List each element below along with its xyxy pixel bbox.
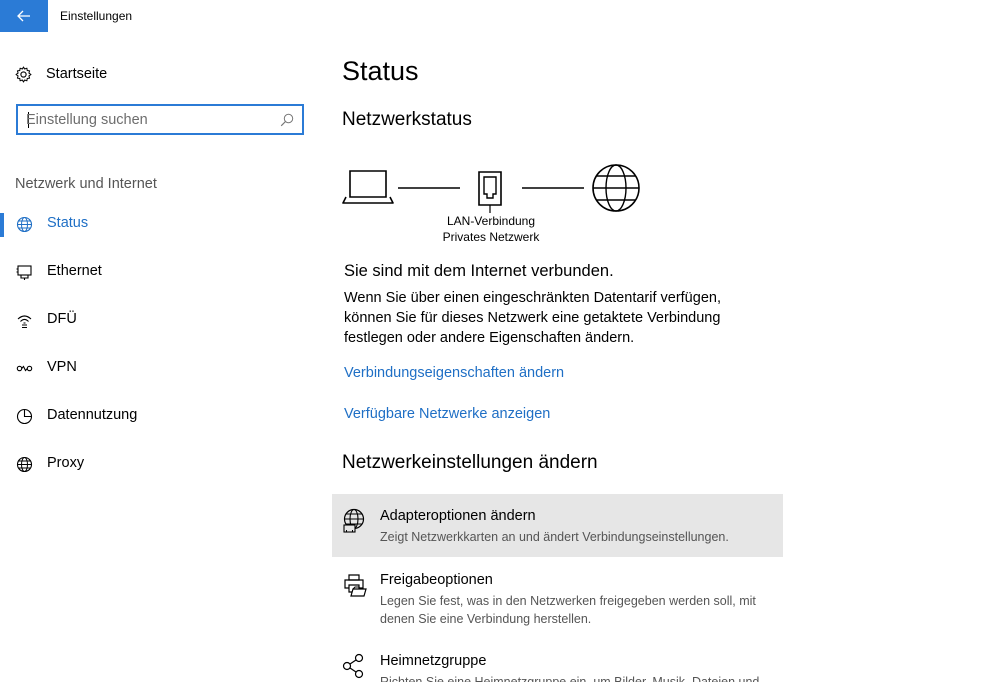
search-field[interactable] [16,104,304,135]
globe-status-icon [16,216,33,233]
ethernet-icon [16,265,32,280]
globe-icon [16,456,33,473]
main-content: Status Netzwerkstatus LAN-Verbindung Pri… [332,32,996,682]
connection-status-text: Sie sind mit dem Internet verbunden. [344,262,614,280]
sidebar-item-label: Proxy [47,455,85,471]
network-diagram-graphic [342,164,640,213]
sidebar-item-label: VPN [47,359,77,375]
sidebar-item-proxy[interactable]: Proxy [0,444,320,484]
title-bar: Einstellungen [0,0,996,32]
metered-description: Wenn Sie über einen eingeschränkten Date… [344,290,721,346]
option-description: Legen Sie fest, was in den Netzwerken fr… [380,594,756,626]
gear-icon [15,66,32,82]
sidebar: Startseite Netzwerk und Internet Status … [0,32,320,682]
search-input[interactable] [26,110,276,130]
sharing-printer-icon [344,574,367,597]
sidebar-item-label: Datennutzung [47,407,138,423]
show-available-networks-link[interactable]: Verfügbare Netzwerke anzeigen [344,406,550,422]
option-title: Freigabeoptionen [380,572,493,588]
change-settings-heading: Netzwerkeinstellungen ändern [342,452,598,473]
option-description: Zeigt Netzwerkkarten an und ändert Verbi… [380,530,729,544]
option-title: Heimnetzgruppe [380,653,487,669]
active-indicator [0,213,4,237]
ethernet-port-icon [478,171,502,213]
window-title: Einstellungen [60,9,133,23]
network-status-heading: Netzwerkstatus [342,109,472,130]
sidebar-item-dialup[interactable]: DFÜ [0,300,320,340]
page-title: Status [342,56,419,86]
homegroup-icon [342,653,364,679]
data-usage-icon [16,408,33,425]
sidebar-item-ethernet[interactable]: Ethernet [0,252,320,292]
sharing-options-item[interactable]: Freigabeoptionen Legen Sie fest, was in … [332,558,783,626]
sidebar-item-vpn[interactable]: VPN [0,348,320,388]
option-description: Richten Sie eine Heimnetzgruppe ein, um … [380,675,760,682]
homegroup-item[interactable]: Heimnetzgruppe Richten Sie eine Heimnetz… [332,639,783,682]
back-arrow-icon [17,10,30,22]
adapter-globe-icon [343,508,365,533]
vpn-icon [16,365,33,372]
network-type: Privates Netzwerk [442,230,540,244]
back-button[interactable] [0,0,48,32]
home-label: Startseite [46,66,108,82]
section-label: Netzwerk und Internet [15,176,157,192]
sidebar-item-data-usage[interactable]: Datennutzung [0,396,320,436]
change-connection-properties-link[interactable]: Verbindungseigenschaften ändern [344,365,564,381]
home-link[interactable]: Startseite [15,64,107,84]
adapter-options-item[interactable]: Adapteroptionen ändern Zeigt Netzwerkkar… [332,494,783,557]
sidebar-item-status[interactable]: Status [0,204,320,244]
sidebar-item-label: DFÜ [47,311,77,327]
sidebar-item-label: Ethernet [47,263,102,279]
connection-name: LAN-Verbindung [446,214,536,228]
laptop-icon [342,170,394,204]
internet-globe-icon [592,164,640,212]
sidebar-item-label: Status [47,215,89,231]
dialup-icon [17,315,32,329]
search-icon[interactable] [280,113,294,127]
option-title: Adapteroptionen ändern [380,508,536,524]
network-diagram: LAN-Verbindung Privates Netzwerk [342,160,642,250]
